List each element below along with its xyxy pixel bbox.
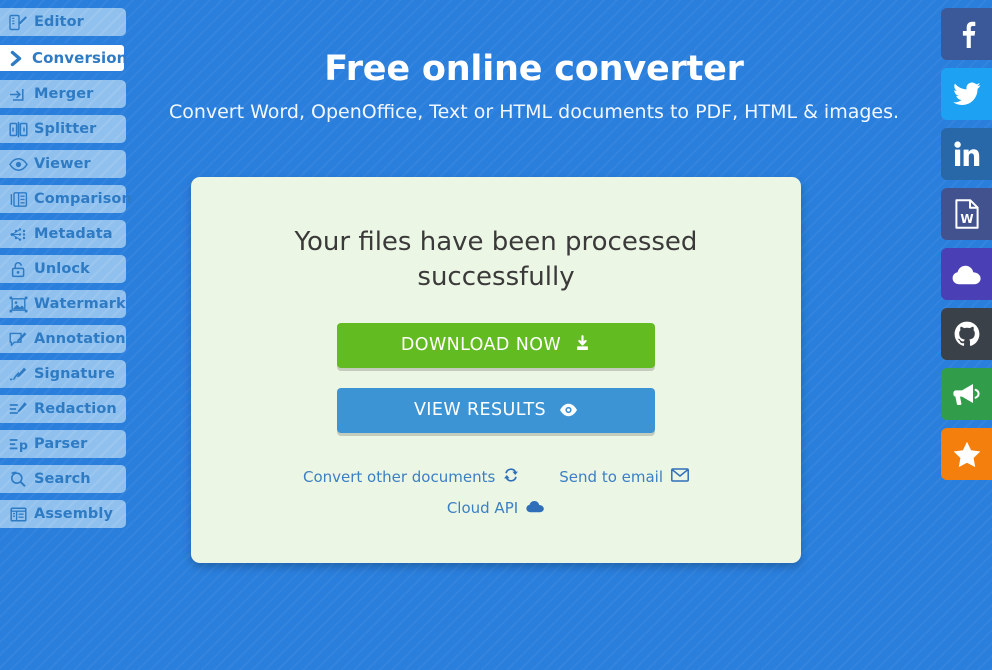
sidebar-item-merger[interactable]: Merger — [0, 80, 126, 108]
social-button-linkedin[interactable] — [941, 128, 992, 180]
sidebar-item-redaction[interactable]: Redaction — [0, 395, 126, 423]
sidebar-item-viewer[interactable]: Viewer — [0, 150, 126, 178]
sidebar-item-label: Metadata — [34, 226, 113, 242]
sidebar-item-editor[interactable]: Editor — [0, 8, 126, 36]
cloud-icon — [526, 499, 545, 517]
facebook-icon — [954, 20, 980, 48]
watermark-icon — [9, 296, 28, 313]
send-to-email-link[interactable]: Send to email — [559, 468, 689, 486]
chevron-right-icon — [7, 50, 26, 67]
envelope-icon — [671, 468, 689, 486]
linkedin-icon — [953, 141, 980, 167]
sidebar-item-search[interactable]: Search — [0, 465, 126, 493]
lock-open-icon — [9, 261, 28, 278]
download-icon — [574, 325, 591, 370]
search-icon — [9, 471, 28, 488]
refresh-icon — [503, 467, 519, 487]
annotation-icon — [9, 331, 28, 348]
eye-icon — [9, 156, 28, 173]
sidebar-item-label: Parser — [34, 436, 88, 452]
view-results-button[interactable]: VIEW RESULTS — [337, 388, 655, 435]
assembly-icon — [9, 506, 28, 523]
sidebar-item-splitter[interactable]: Splitter — [0, 115, 126, 143]
redaction-icon — [9, 401, 28, 418]
view-button-label: VIEW RESULTS — [413, 400, 547, 421]
star-icon — [953, 441, 981, 468]
eye-icon — [559, 390, 578, 435]
svg-text:W: W — [960, 212, 973, 226]
cloud-icon — [952, 264, 982, 285]
status-message: Your files have been processed successfu… — [294, 227, 698, 293]
social-button-star[interactable] — [941, 428, 992, 480]
merger-icon — [9, 86, 28, 103]
result-card: Your files have been processed successfu… — [191, 177, 801, 563]
social-button-github[interactable] — [941, 308, 992, 360]
sidebar-item-watermark[interactable]: Watermark — [0, 290, 126, 318]
signature-icon — [9, 366, 28, 383]
word-doc-icon: W — [954, 199, 979, 229]
comparison-icon — [9, 191, 28, 208]
sidebar-item-label: Viewer — [34, 156, 91, 172]
convert-other-documents-label: Convert other documents — [302, 468, 496, 487]
sidebar-item-label: Redaction — [34, 401, 117, 417]
cloud-api-label: Cloud API — [446, 499, 519, 518]
sidebar-item-assembly[interactable]: Assembly — [0, 500, 126, 528]
social-rail: W — [941, 8, 992, 488]
sidebar-item-label: Unlock — [34, 261, 90, 277]
sidebar-item-signature[interactable]: Signature — [0, 360, 126, 388]
svg-text:p: p — [19, 437, 28, 452]
card-links-row-2: Cloud API — [191, 499, 801, 517]
page-subtitle: Convert Word, OpenOffice, Text or HTML d… — [168, 101, 900, 123]
splitter-icon — [9, 121, 28, 138]
sidebar-item-label: Conversion — [32, 49, 128, 67]
sidebar-item-label: Watermark — [34, 296, 126, 312]
page-title: Free online converter — [324, 49, 744, 89]
sidebar-item-parser[interactable]: p Parser — [0, 430, 126, 458]
cloud-api-link[interactable]: Cloud API — [447, 499, 545, 517]
send-to-email-label: Send to email — [559, 468, 664, 487]
social-button-twitter[interactable] — [941, 68, 992, 120]
sidebar-item-label: Search — [34, 471, 91, 487]
editor-icon — [9, 14, 28, 31]
social-button-cloud[interactable] — [941, 248, 992, 300]
sidebar-item-unlock[interactable]: Unlock — [0, 255, 126, 283]
convert-other-documents-link[interactable]: Convert other documents — [303, 467, 519, 487]
sidebar-item-comparison[interactable]: Comparison — [0, 185, 132, 213]
social-button-facebook[interactable] — [941, 8, 992, 60]
sidebar-item-conversion[interactable]: Conversion — [0, 43, 128, 73]
parser-icon: p — [9, 436, 28, 453]
sidebar-item-label: Assembly — [34, 506, 114, 522]
left-sidebar: Editor Conversion Merger Splitter Viewer Comp… — [0, 8, 132, 535]
sidebar-item-metadata[interactable]: Metadata — [0, 220, 126, 248]
sidebar-item-label: Splitter — [34, 121, 97, 137]
sidebar-item-label: Signature — [34, 366, 116, 382]
social-button-news[interactable] — [941, 368, 992, 420]
sidebar-item-annotation[interactable]: Annotation — [0, 325, 126, 353]
megaphone-icon — [952, 382, 981, 406]
twitter-icon — [952, 82, 981, 106]
card-links-row-1: Convert other documents Send to email — [191, 467, 801, 487]
sidebar-item-label: Comparison — [34, 191, 132, 207]
metadata-icon — [9, 226, 28, 243]
github-icon — [954, 321, 980, 347]
download-button-label: DOWNLOAD NOW — [400, 335, 562, 356]
hero-header: Free online converter Convert Word, Open… — [126, 49, 942, 124]
download-now-button[interactable]: DOWNLOAD NOW — [337, 323, 655, 370]
sidebar-item-label: Merger — [34, 86, 94, 102]
sidebar-item-label: Annotation — [34, 331, 126, 347]
social-button-word[interactable]: W — [941, 188, 992, 240]
sidebar-item-label: Editor — [34, 14, 84, 30]
